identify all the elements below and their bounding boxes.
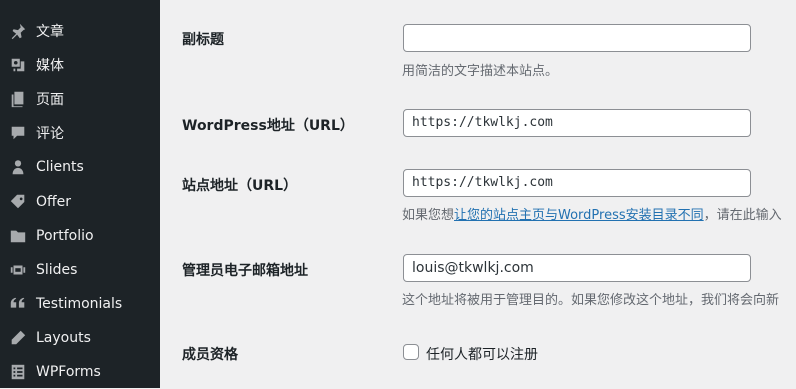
sidebar-item-layouts[interactable]: Layouts <box>0 321 160 355</box>
sidebar-item-label: 评论 <box>36 126 64 142</box>
sidebar-item-label: Clients <box>36 159 84 175</box>
sidebar-item-label: 文章 <box>36 24 64 40</box>
membership-label: 成员资格 <box>182 347 238 363</box>
wp-address-label: WordPress地址（URL） <box>182 118 354 134</box>
tag-icon <box>0 185 36 219</box>
admin-sidebar: 文章 媒体 页面 评论 Clients Offer Portfolio Slid… <box>0 0 160 388</box>
slides-icon <box>0 253 36 287</box>
tagline-label: 副标题 <box>182 32 224 48</box>
sidebar-item-clients[interactable]: Clients <box>0 150 160 184</box>
site-address-help-link[interactable]: 让您的站点主页与WordPress安装目录不同 <box>454 208 704 223</box>
sidebar-item-pages[interactable]: 页面 <box>0 82 160 116</box>
sidebar-item-wpforms[interactable]: WPForms <box>0 355 160 389</box>
sidebar-item-posts[interactable]: 文章 <box>0 14 160 48</box>
admin-email-input[interactable]: louis@tkwlkj.com <box>403 254 751 282</box>
site-address-input[interactable]: https://tkwlkj.com <box>403 169 751 197</box>
edit-icon <box>0 321 36 355</box>
site-address-description-prefix: 如果您想 <box>402 208 455 223</box>
sidebar-item-slides[interactable]: Slides <box>0 253 160 287</box>
admin-email-description: 这个地址将被用于管理目的。如果您修改这个地址，我们将会向新 <box>402 293 780 308</box>
sidebar-item-label: Layouts <box>36 330 91 346</box>
general-settings-form: 副标题 用简洁的文字描述本站点。 WordPress地址（URL） https:… <box>160 0 796 388</box>
sidebar-item-label: Offer <box>36 194 72 210</box>
page-icon <box>0 82 36 116</box>
sidebar-item-label: WPForms <box>36 364 101 380</box>
anyone-can-register-label[interactable]: 任何人都可以注册 <box>426 344 538 364</box>
sidebar-item-offer[interactable]: Offer <box>0 185 160 219</box>
tagline-description: 用简洁的文字描述本站点。 <box>402 64 559 79</box>
sidebar-item-testimonials[interactable]: Testimonials <box>0 287 160 321</box>
site-address-description: 如果您想让您的站点主页与WordPress安装目录不同，请在此输入 <box>402 204 782 223</box>
forms-icon <box>0 355 36 389</box>
media-icon <box>0 48 36 82</box>
sidebar-item-label: Portfolio <box>36 228 94 244</box>
sidebar-item-comments[interactable]: 评论 <box>0 116 160 150</box>
admin-email-label: 管理员电子邮箱地址 <box>182 263 308 279</box>
folder-icon <box>0 219 36 253</box>
sidebar-item-label: Testimonials <box>36 296 123 312</box>
sidebar-item-label: 媒体 <box>36 58 64 74</box>
sidebar-item-portfolio[interactable]: Portfolio <box>0 219 160 253</box>
quote-icon <box>0 287 36 321</box>
comment-icon <box>0 116 36 150</box>
site-address-description-suffix: ，请在此输入 <box>703 208 782 223</box>
sidebar-item-label: Slides <box>36 262 78 278</box>
pin-icon <box>0 14 36 48</box>
tagline-input[interactable] <box>403 24 751 52</box>
sidebar-item-label: 页面 <box>36 92 64 108</box>
site-address-label: 站点地址（URL） <box>182 178 298 194</box>
sidebar-item-media[interactable]: 媒体 <box>0 48 160 82</box>
user-icon <box>0 150 36 184</box>
anyone-can-register-checkbox[interactable] <box>403 344 419 360</box>
wp-address-input[interactable]: https://tkwlkj.com <box>403 109 751 137</box>
